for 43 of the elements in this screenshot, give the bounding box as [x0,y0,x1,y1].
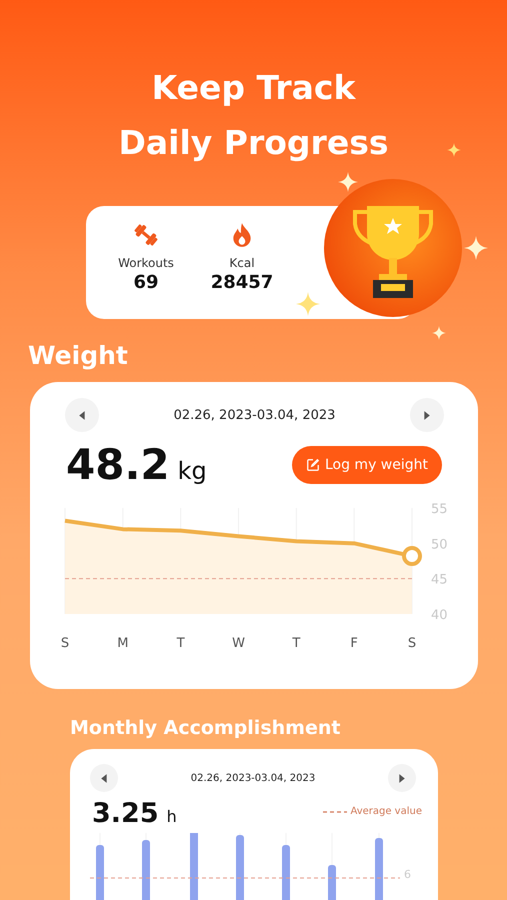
bar [96,845,104,900]
bar [328,865,336,900]
sparkle-icon [296,292,320,316]
day-label: S [408,636,416,651]
stat-value: 69 [133,272,159,293]
hours-value: 3.25 [92,798,159,829]
previous-button[interactable] [90,764,118,792]
headline: Keep Track [152,67,356,109]
day-label: W [232,636,245,651]
hours-unit: h [166,807,177,826]
legend-label: Average value [350,806,422,817]
dumbbell-icon [133,222,159,248]
log-weight-button[interactable]: Log my weight [292,446,442,484]
sparkle-icon [447,143,461,157]
date-range: 02.26, 2023-03.04, 2023 [174,408,336,422]
weight-unit: kg [178,457,207,485]
day-label: F [350,636,358,651]
weight-value: 48.2 [66,440,170,489]
section-heading: Monthly Accomplishment [70,717,342,739]
day-label: M [117,636,128,651]
triangle-icon [76,410,88,420]
stat-label: Kcal [229,256,255,270]
day-label: T [292,636,300,651]
sparkle-icon [464,236,488,260]
bar [236,835,244,900]
headline: Daily Progress [118,122,388,164]
dashed-line-icon [323,810,348,814]
bar [282,845,290,900]
bar [375,838,383,900]
stat-value: 28457 [210,272,274,293]
day-label: T [176,636,185,651]
bar [142,840,150,900]
edit-icon [306,458,320,472]
sparkle-icon [432,326,446,340]
bar [190,833,198,900]
section-heading: Weight [28,341,129,370]
triangle-icon [98,772,110,784]
date-range: 02.26, 2023-03.04, 2023 [190,772,316,784]
next-button[interactable] [388,764,416,792]
data-marker [402,546,422,566]
day-label: S [60,636,70,651]
stat-label: Workouts [118,256,174,270]
sparkle-icon [338,172,358,192]
